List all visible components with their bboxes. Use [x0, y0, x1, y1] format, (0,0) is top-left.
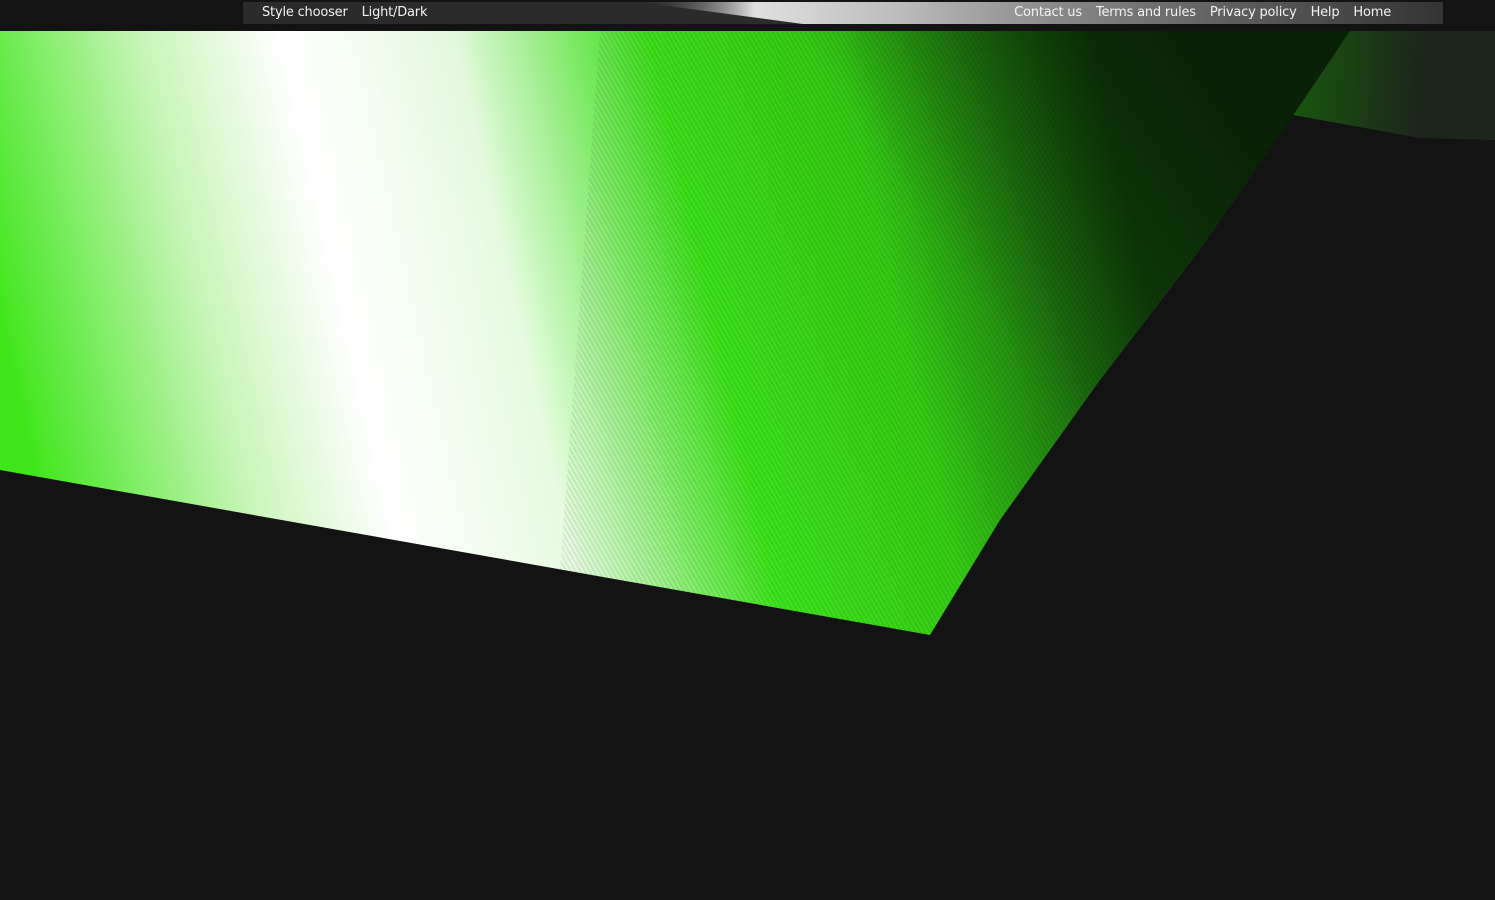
style-chooser-link[interactable]: Style chooser: [262, 2, 348, 24]
nav-right-group: Contact us Terms and rules Privacy polic…: [1000, 2, 1391, 24]
contact-us-link[interactable]: Contact us: [1014, 2, 1082, 24]
help-link[interactable]: Help: [1311, 2, 1340, 24]
top-navigation-inner: Style chooser Light/Dark Contact us Term…: [243, 2, 1443, 24]
page-background: Style chooser Light/Dark Contact us Term…: [0, 0, 1495, 900]
privacy-policy-link[interactable]: Privacy policy: [1210, 2, 1297, 24]
nav-left-group: Style chooser Light/Dark: [262, 2, 441, 24]
terms-and-rules-link[interactable]: Terms and rules: [1096, 2, 1196, 24]
light-dark-toggle-link[interactable]: Light/Dark: [362, 2, 428, 24]
green-light-streak: [0, 0, 1495, 635]
home-link[interactable]: Home: [1353, 2, 1391, 24]
